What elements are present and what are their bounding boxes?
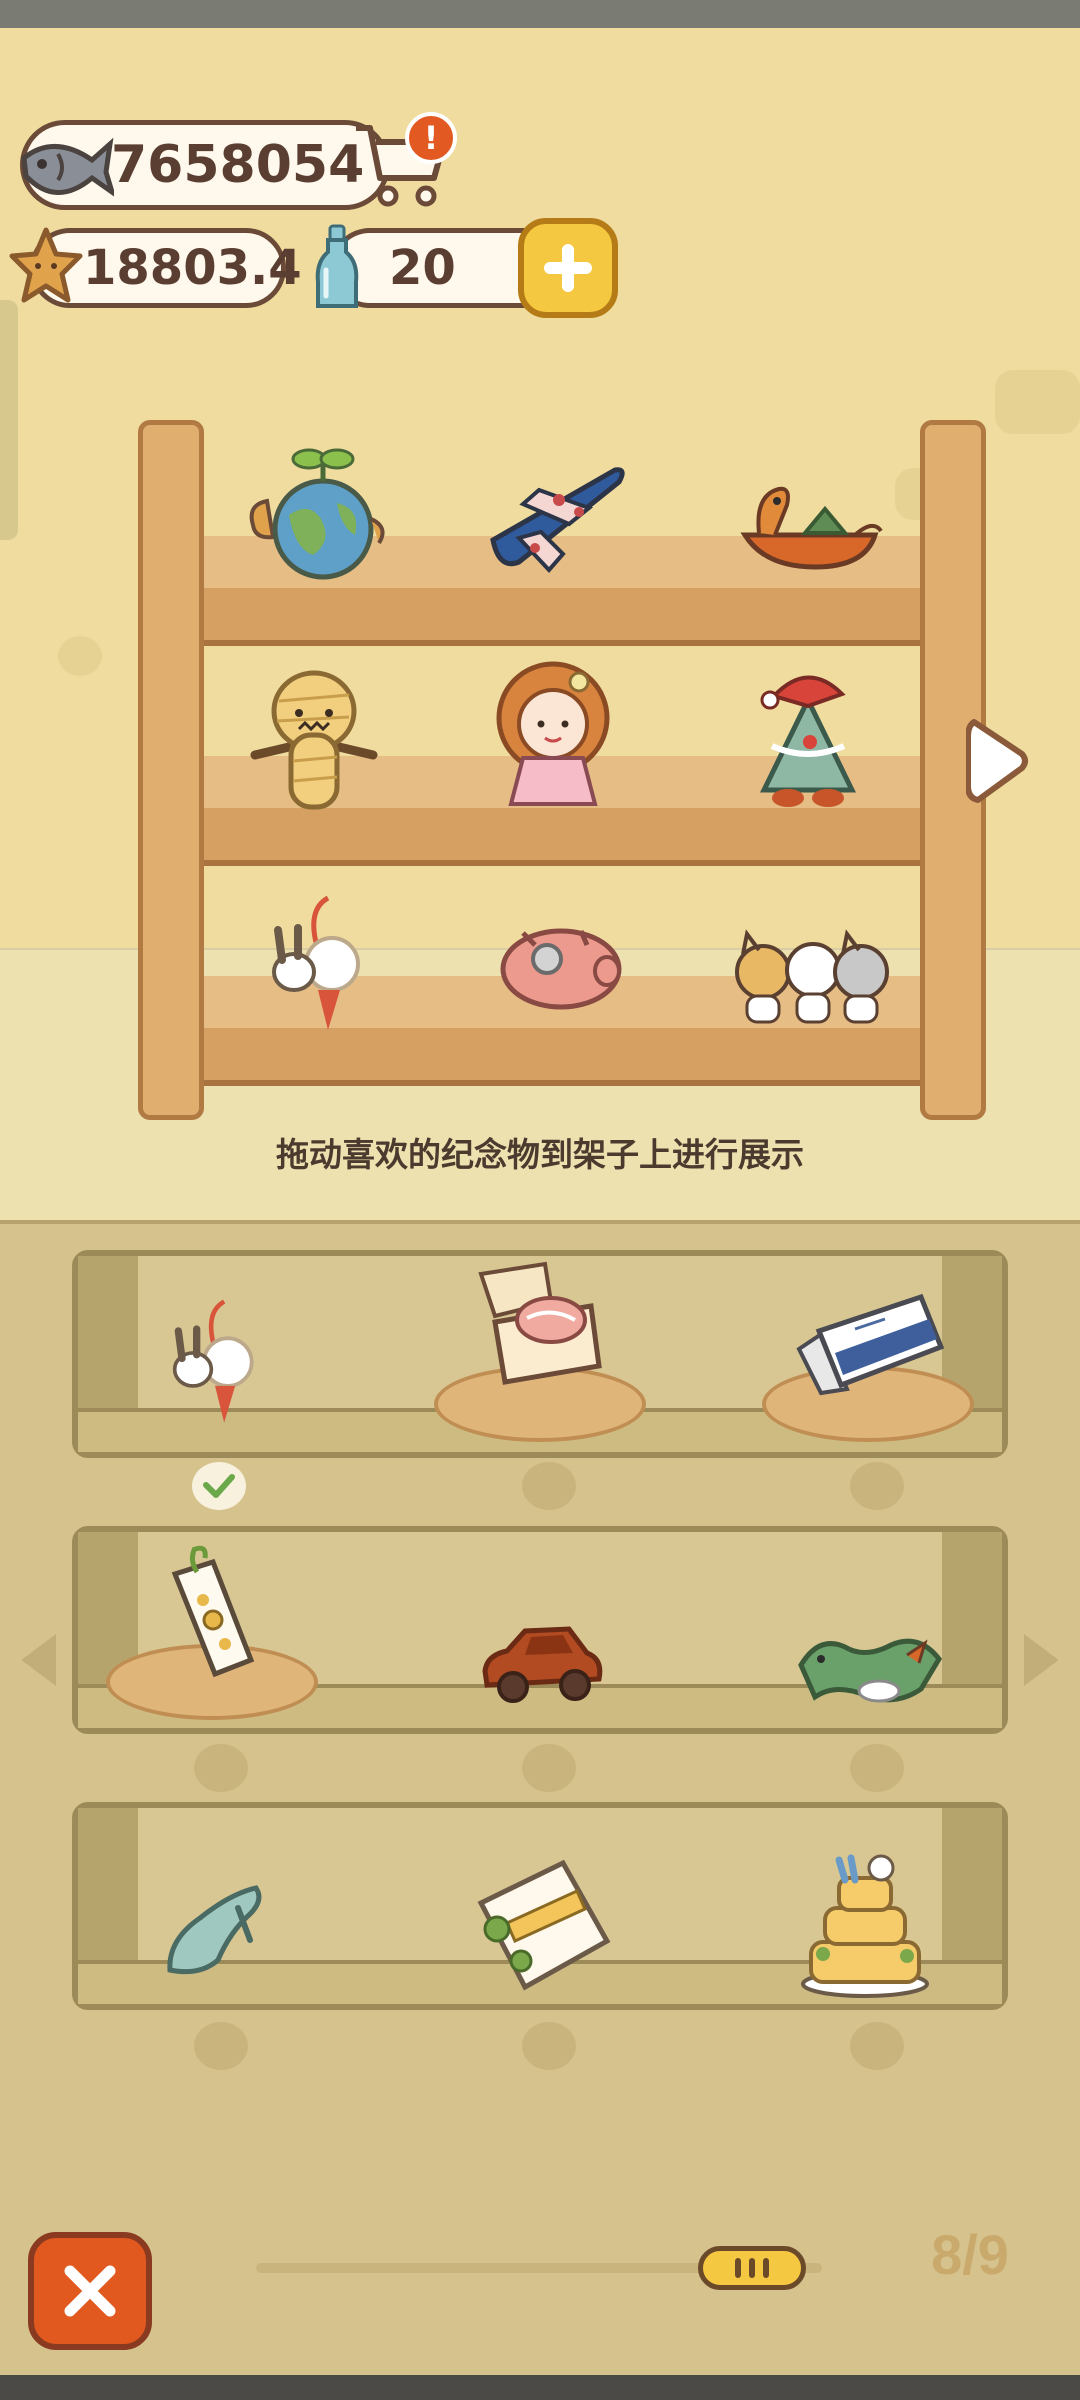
wall-patch	[58, 636, 102, 676]
bottle-icon	[312, 222, 362, 312]
bottle-currency-value: 20	[389, 240, 456, 296]
shop-alert-badge: !	[405, 112, 457, 164]
placed-check-icon	[192, 1462, 246, 1510]
chevron-left-icon	[22, 1634, 56, 1686]
piggy-bank-souvenir-icon[interactable]	[490, 910, 630, 1020]
slot-indicator	[522, 2022, 576, 2070]
navigation-bar	[0, 2375, 1080, 2400]
star-currency-value: 18803.4	[83, 240, 302, 296]
plus-icon	[544, 244, 592, 292]
status-bar	[0, 0, 1080, 28]
dragon-souvenir-icon[interactable]	[790, 1620, 950, 1720]
slot-indicator	[522, 1462, 576, 1510]
chevron-right-icon	[1024, 1634, 1058, 1686]
next-shelf-arrow[interactable]	[965, 716, 1030, 806]
glass-slipper-souvenir-icon[interactable]	[150, 1880, 280, 1980]
rabbit-charm-souvenir-icon[interactable]	[150, 1288, 280, 1438]
fish-icon	[14, 120, 117, 210]
slot-indicator	[522, 1744, 576, 1792]
inventory-prev-arrow[interactable]	[20, 1630, 60, 1690]
curly-girl-doll-souvenir-icon[interactable]	[478, 656, 628, 826]
plane-souvenir-icon[interactable]	[474, 440, 634, 590]
layer-cake-souvenir-icon[interactable]	[790, 1850, 940, 2000]
add-bottles-button[interactable]	[518, 218, 618, 318]
slot-indicator	[194, 1744, 248, 1792]
shelf-post-left	[138, 420, 204, 1120]
slot-indicator	[850, 1744, 904, 1792]
chevron-right-icon	[965, 719, 1028, 803]
flower-bookmark-souvenir-icon[interactable]	[150, 1540, 270, 1680]
earth-sprout-souvenir-icon[interactable]	[238, 440, 398, 590]
close-icon	[64, 2265, 116, 2317]
ticket-card-souvenir-icon[interactable]	[790, 1288, 950, 1398]
bento-gift-souvenir-icon[interactable]	[462, 1852, 622, 2002]
slot-indicator	[850, 2022, 904, 2070]
cat-friends-souvenir-icon[interactable]	[728, 910, 898, 1040]
side-drawer-tab[interactable]	[0, 300, 18, 540]
wall-patch	[995, 370, 1080, 434]
inventory-next-arrow[interactable]	[1020, 1630, 1060, 1690]
page-indicator: 8/9	[931, 2223, 1009, 2286]
close-button[interactable]	[28, 2232, 152, 2350]
voodoo-doll-souvenir-icon[interactable]	[244, 660, 384, 820]
salmon-box-souvenir-icon[interactable]	[466, 1261, 616, 1392]
display-shelf	[138, 420, 986, 1120]
toy-car-souvenir-icon[interactable]	[472, 1616, 612, 1716]
rabbit-charm-souvenir-icon[interactable]	[248, 880, 388, 1050]
fish-currency-value: 7658054	[111, 135, 365, 195]
page-scroll-thumb[interactable]	[698, 2246, 806, 2290]
star-icon	[8, 226, 84, 306]
slot-indicator	[194, 2022, 248, 2070]
instruction-text: 拖动喜欢的纪念物到架子上进行展示	[276, 1135, 804, 1174]
christmas-tree-souvenir-icon[interactable]	[738, 656, 878, 826]
slot-indicator	[850, 1462, 904, 1510]
dragon-boat-souvenir-icon[interactable]	[730, 460, 890, 590]
